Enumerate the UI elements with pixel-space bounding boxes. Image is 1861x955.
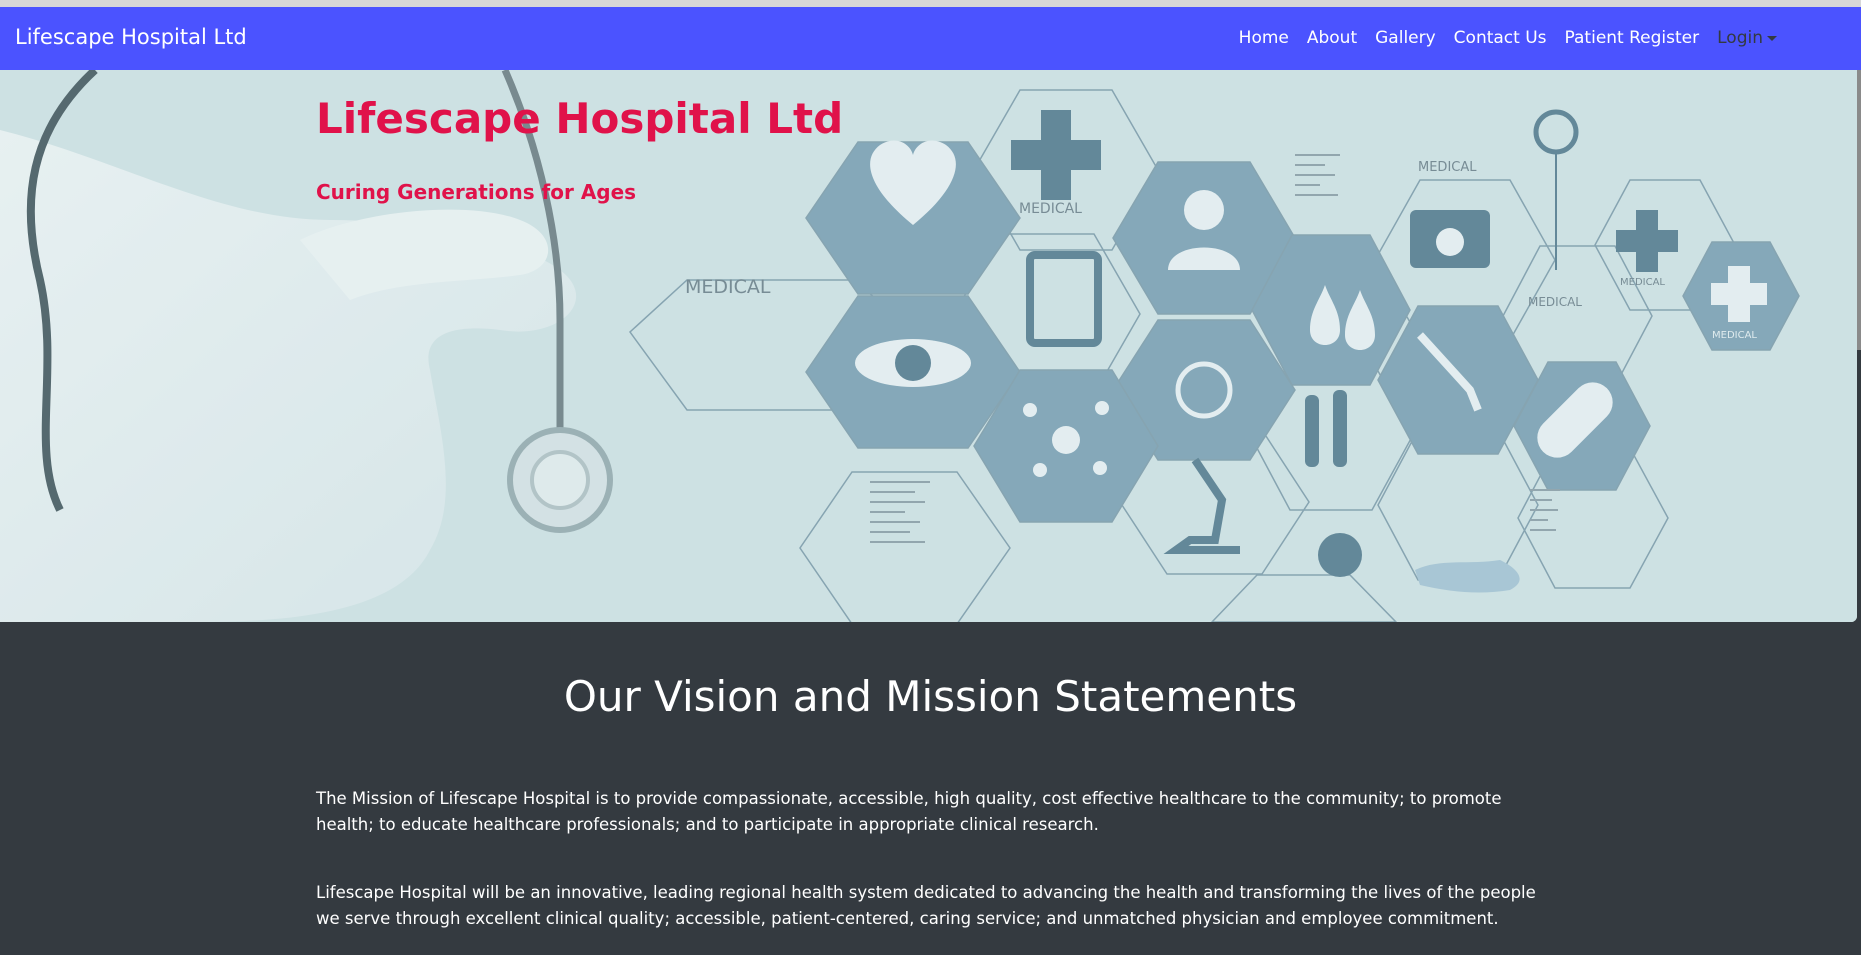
nav-contact-us[interactable]: Contact Us: [1454, 28, 1547, 48]
scrollbar[interactable]: [1857, 70, 1861, 350]
caret-down-icon: [1767, 35, 1777, 41]
brand-link[interactable]: Lifescape Hospital Ltd: [15, 25, 247, 49]
nav-home[interactable]: Home: [1239, 28, 1289, 48]
mission-section: Our Vision and Mission Statements The Mi…: [0, 622, 1861, 955]
medical-hexagon-illustration: MEDICAL MEDICAL MEDICAL MEDICAL MEDICAL …: [0, 70, 1857, 622]
login-label: Login: [1717, 28, 1763, 48]
vision-paragraph: Lifescape Hospital will be an innovative…: [316, 883, 1536, 928]
browser-top-strip: [0, 0, 1861, 7]
hero-banner: MEDICAL MEDICAL MEDICAL MEDICAL MEDICAL …: [0, 70, 1857, 622]
nav-links: Home About Gallery Contact Us Patient Re…: [1239, 28, 1777, 48]
nav-patient-register[interactable]: Patient Register: [1565, 28, 1700, 48]
login-dropdown[interactable]: Login: [1717, 28, 1777, 48]
nav-gallery[interactable]: Gallery: [1375, 28, 1436, 48]
mission-paragraph: The Mission of Lifescape Hospital is to …: [316, 789, 1502, 834]
navbar: Lifescape Hospital Ltd Home About Galler…: [0, 7, 1861, 70]
hero-title: Lifescape Hospital Ltd: [316, 94, 844, 143]
hero-subtitle: Curing Generations for Ages: [316, 180, 637, 204]
mission-heading: Our Vision and Mission Statements: [563, 672, 1298, 721]
nav-about[interactable]: About: [1307, 28, 1357, 48]
